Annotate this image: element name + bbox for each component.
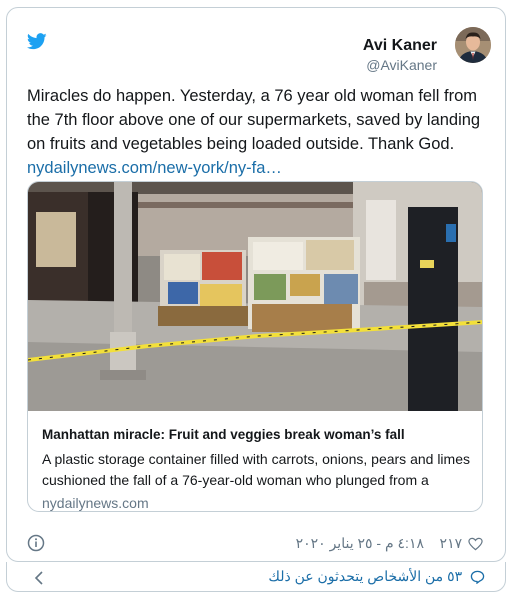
tweet-meta: ٢١٧ ٤:١٨ م - ٢٥ يناير ٢٠٢٠ — [296, 535, 483, 552]
link-card-title[interactable]: Manhattan miracle: Fruit and veggies bre… — [42, 425, 472, 444]
avatar[interactable] — [455, 27, 491, 63]
conversation-label[interactable]: ٥٣ من الأشخاص يتحدثون عن ذلك — [268, 568, 462, 584]
link-preview-text: Manhattan miracle: Fruit and veggies bre… — [42, 425, 472, 511]
link-card-description: A plastic storage container filled with … — [42, 451, 470, 488]
author-name[interactable]: Avi Kaner — [363, 36, 437, 56]
speech-bubble-icon — [470, 570, 485, 584]
article-photo — [28, 182, 482, 411]
tweet-link[interactable]: nydailynews.com/new-york/ny-fa… — [27, 159, 282, 177]
conversation-link[interactable]: ٥٣ من الأشخاص يتحدثون عن ذلك — [268, 568, 485, 585]
author-block[interactable]: Avi Kaner @AviKaner — [363, 36, 437, 74]
link-card-domain: nydailynews.com — [42, 495, 149, 511]
author-handle[interactable]: @AviKaner — [363, 56, 437, 74]
tweet-timestamp[interactable]: ٤:١٨ م - ٢٥ يناير ٢٠٢٠ — [296, 535, 424, 551]
info-icon[interactable] — [27, 534, 45, 552]
tweet-body: Miracles do happen. Yesterday, a 76 year… — [27, 87, 481, 153]
heart-icon[interactable] — [468, 537, 483, 551]
link-preview-card[interactable]: Manhattan miracle: Fruit and veggies bre… — [27, 181, 483, 512]
tweet-footer: ٢١٧ ٤:١٨ م - ٢٥ يناير ٢٠٢٠ — [27, 532, 483, 556]
avatar-image — [455, 27, 491, 63]
like-count[interactable]: ٢١٧ — [440, 535, 463, 551]
chevron-left-icon[interactable] — [33, 571, 45, 585]
tweet-card: Avi Kaner @AviKaner Miracles do happen. … — [6, 7, 506, 562]
twitter-bird-icon[interactable] — [27, 33, 47, 50]
tweet-text: Miracles do happen. Yesterday, a 76 year… — [27, 84, 497, 180]
conversation-bar[interactable]: ٥٣ من الأشخاص يتحدثون عن ذلك — [6, 562, 506, 592]
